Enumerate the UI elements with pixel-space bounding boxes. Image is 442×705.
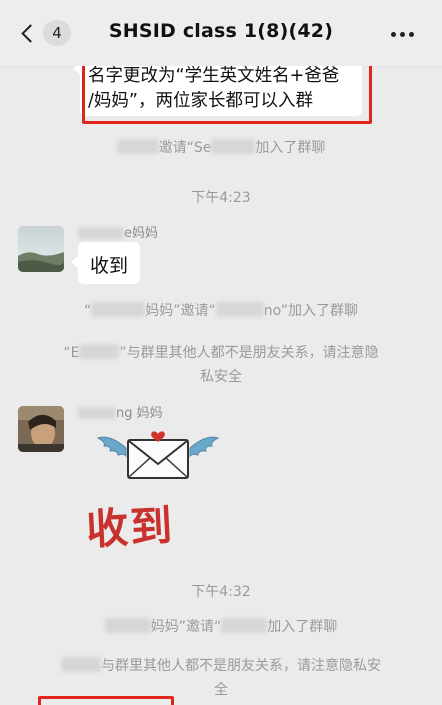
system-notice: 邀请“Se 加入了群聊: [30, 136, 412, 160]
system-notice: “妈妈”邀请“ no”加入了群聊: [84, 302, 358, 319]
highlight-box: [38, 696, 174, 705]
timestamp: 下午4:32: [191, 584, 251, 600]
sender-name: ng 妈妈: [78, 402, 163, 421]
chat-title: SHSID class 1(8)(42): [108, 20, 334, 42]
system-notice: 妈妈”邀请“ 加入了群聊: [30, 615, 412, 639]
envelope-wings-icon: [96, 431, 220, 479]
avatar[interactable]: [18, 226, 64, 272]
system-notice: 与群里其他人都不是朋友关系，请注意隐私安 全: [36, 654, 406, 702]
sender-name: e妈妈: [78, 222, 158, 241]
message-list[interactable]: 名字更改为“学生英文姓名+爸爸 /妈妈”，两位家长都可以入群 邀请“Se 加入了群…: [0, 66, 442, 705]
avatar[interactable]: [18, 406, 64, 452]
more-dots-icon: [391, 32, 396, 37]
sticker[interactable]: 收到: [85, 426, 220, 554]
message-bubble[interactable]: 收到: [71, 242, 140, 284]
more-options-button[interactable]: [391, 32, 414, 37]
sticker-caption: 收到: [84, 500, 176, 555]
chat-header: 4 SHSID class 1(8)(42): [0, 0, 442, 67]
timestamp: 下午4:23: [191, 190, 251, 206]
highlight-box: [82, 66, 372, 124]
system-notice: “E ”与群里其他人都不是朋友关系，请注意隐 私安全: [63, 344, 379, 385]
